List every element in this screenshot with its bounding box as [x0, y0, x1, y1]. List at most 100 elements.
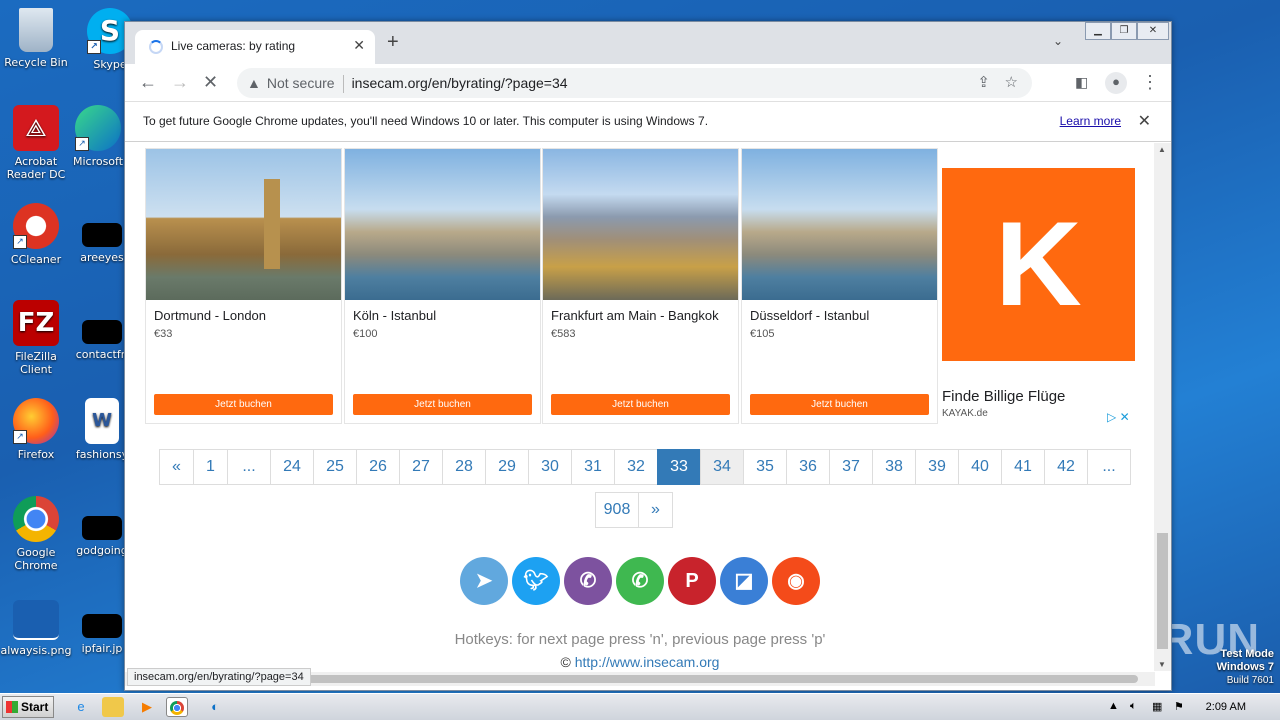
page-link[interactable]: 28 — [442, 449, 486, 485]
learn-more-link[interactable]: Learn more — [1060, 114, 1121, 128]
ad-card[interactable]: Dortmund - London €33 Jetzt buchen — [145, 148, 342, 424]
volume-icon[interactable]: 🔈︎ — [1130, 700, 1137, 713]
tab-close-icon[interactable]: ✕ — [353, 37, 365, 54]
page-link[interactable]: 25 — [313, 449, 357, 485]
twitter-icon[interactable]: 🐦︎ — [512, 557, 560, 605]
start-button[interactable]: Start — [2, 696, 54, 718]
ad-card[interactable]: Düsseldorf - Istanbul €105 Jetzt buchen — [741, 148, 938, 424]
restore-button[interactable]: ❐ — [1111, 22, 1137, 40]
adchoices-icon[interactable]: ▷ ✕ — [1107, 410, 1130, 424]
page-link[interactable]: 908 — [595, 492, 639, 528]
page-link[interactable]: 31 — [571, 449, 615, 485]
share-icon[interactable]: ⇪ — [977, 68, 990, 98]
istanbul-photo — [742, 149, 937, 300]
ad-card-title: Köln - Istanbul — [353, 308, 437, 323]
desktop-icon-alwaysis[interactable]: alwaysis.png — [0, 594, 74, 657]
page-link[interactable]: 42 — [1044, 449, 1088, 485]
desktop-icon-firefox[interactable]: ↗ Firefox — [0, 398, 74, 461]
kayak-logo[interactable]: K — [942, 168, 1135, 361]
page-link[interactable]: ... — [1087, 449, 1131, 485]
ad-card[interactable]: Köln - Istanbul €100 Jetzt buchen — [344, 148, 541, 424]
viber-icon[interactable]: ✆ — [564, 557, 612, 605]
close-window-button[interactable]: ✕ — [1137, 22, 1169, 40]
pinterest-icon[interactable]: P — [668, 557, 716, 605]
media-player-icon[interactable]: ▶ — [136, 697, 158, 717]
side-panel-icon[interactable]: ◧ — [1075, 72, 1088, 92]
tab-search-chevron-icon[interactable]: ⌄ — [1053, 34, 1063, 48]
page-link[interactable]: 36 — [786, 449, 830, 485]
page-link[interactable]: » — [638, 492, 673, 528]
page-link[interactable]: 41 — [1001, 449, 1045, 485]
desktop-icon-label: Skype — [93, 58, 127, 71]
desktop-icon-filezilla[interactable]: FZ FileZilla Client — [0, 300, 74, 376]
tray-expand-icon[interactable]: ▲ — [1108, 700, 1119, 712]
desktop-icon-ccleaner[interactable]: ↗ CCleaner — [0, 203, 74, 266]
page-link[interactable]: 35 — [743, 449, 787, 485]
book-now-button[interactable]: Jetzt buchen — [353, 394, 532, 415]
reddit-icon[interactable]: ◉ — [772, 557, 820, 605]
scroll-up-icon[interactable]: ▲ — [1158, 145, 1166, 154]
desktop-icon-label: Firefox — [17, 448, 55, 461]
page-link[interactable]: 33 — [657, 449, 701, 485]
istanbul-photo — [345, 149, 540, 300]
desktop-icon-label: Microsoft — [72, 155, 124, 168]
desktop-icon-chrome[interactable]: Google Chrome — [0, 496, 74, 572]
address-bar[interactable]: ▲ Not secure insecam.org/en/byrating/?page… — [237, 68, 1032, 98]
copyright-symbol: © — [560, 654, 571, 670]
page-link[interactable]: « — [159, 449, 194, 485]
filezilla-icon: FZ — [13, 300, 59, 346]
kayak-ad-title[interactable]: Finde Billige Flüge — [942, 388, 1065, 405]
ccleaner-icon: ↗ — [13, 203, 59, 249]
desktop-icon-recycle-bin[interactable]: Recycle Bin — [0, 8, 74, 69]
update-infobar: To get future Google Chrome updates, you… — [125, 102, 1171, 142]
share-buttons: ➤ 🐦︎ ✆ ✆ P ◪ ◉ — [460, 557, 820, 605]
file-explorer-icon[interactable] — [102, 697, 124, 717]
internet-explorer-icon[interactable]: e — [70, 697, 92, 717]
menu-kebab-icon[interactable]: ⋮ — [1141, 72, 1159, 92]
page-link[interactable]: 32 — [614, 449, 658, 485]
whatsapp-icon[interactable]: ✆ — [616, 557, 664, 605]
page-link[interactable]: 1 — [193, 449, 228, 485]
page-link[interactable]: 30 — [528, 449, 572, 485]
bookmark-star-icon[interactable]: ☆ — [1005, 68, 1018, 98]
page-link[interactable]: ... — [227, 449, 271, 485]
minimize-button[interactable]: ▁ — [1085, 22, 1111, 40]
firefox-icon: ↗ — [13, 398, 59, 444]
back-icon[interactable]: ← — [139, 72, 157, 92]
ad-card[interactable]: Frankfurt am Main - Bangkok €583 Jetzt b… — [542, 148, 739, 424]
new-tab-button[interactable]: + — [387, 31, 399, 54]
page-link[interactable]: 39 — [915, 449, 959, 485]
image-file-icon — [13, 600, 59, 640]
action-center-flag-icon[interactable]: ⚑ — [1174, 700, 1184, 713]
book-now-button[interactable]: Jetzt buchen — [154, 394, 333, 415]
acrobat-icon: ⟁ — [13, 105, 59, 151]
scrollbar-thumb[interactable] — [1157, 533, 1168, 649]
profile-avatar-icon[interactable]: ● — [1105, 72, 1127, 94]
edge-taskbar-icon[interactable]: ◐ — [204, 697, 226, 717]
page-link[interactable]: 38 — [872, 449, 916, 485]
chrome-taskbar-icon[interactable] — [166, 697, 188, 717]
page-link[interactable]: 24 — [270, 449, 314, 485]
ad-card-price: €100 — [353, 328, 378, 340]
page-link[interactable]: 27 — [399, 449, 443, 485]
site-link[interactable]: http://www.insecam.org — [575, 654, 720, 670]
page-link[interactable]: 34 — [700, 449, 744, 485]
infobar-close-icon[interactable]: ✕ — [1138, 111, 1151, 131]
network-icon[interactable]: ▦ — [1152, 700, 1162, 713]
telegram-icon[interactable]: ➤ — [460, 557, 508, 605]
vertical-scrollbar[interactable]: ▲ ▼ — [1154, 143, 1171, 671]
desktop-icon-label: alwaysis.png — [0, 644, 72, 657]
book-now-button[interactable]: Jetzt buchen — [551, 394, 730, 415]
shortcut-arrow-icon: ↗ — [13, 235, 27, 249]
scroll-down-icon[interactable]: ▼ — [1158, 660, 1166, 669]
page-link[interactable]: 26 — [356, 449, 400, 485]
page-link[interactable]: 40 — [958, 449, 1002, 485]
page-link[interactable]: 37 — [829, 449, 873, 485]
clock[interactable]: 2:09 AM — [1206, 701, 1246, 713]
book-now-button[interactable]: Jetzt buchen — [750, 394, 929, 415]
stop-loading-icon[interactable]: ✕ — [203, 72, 218, 92]
delicious-icon[interactable]: ◪ — [720, 557, 768, 605]
tab-active[interactable]: Live cameras: by rating ✕ — [135, 30, 375, 64]
page-link[interactable]: 29 — [485, 449, 529, 485]
forward-icon[interactable]: → — [171, 72, 189, 92]
